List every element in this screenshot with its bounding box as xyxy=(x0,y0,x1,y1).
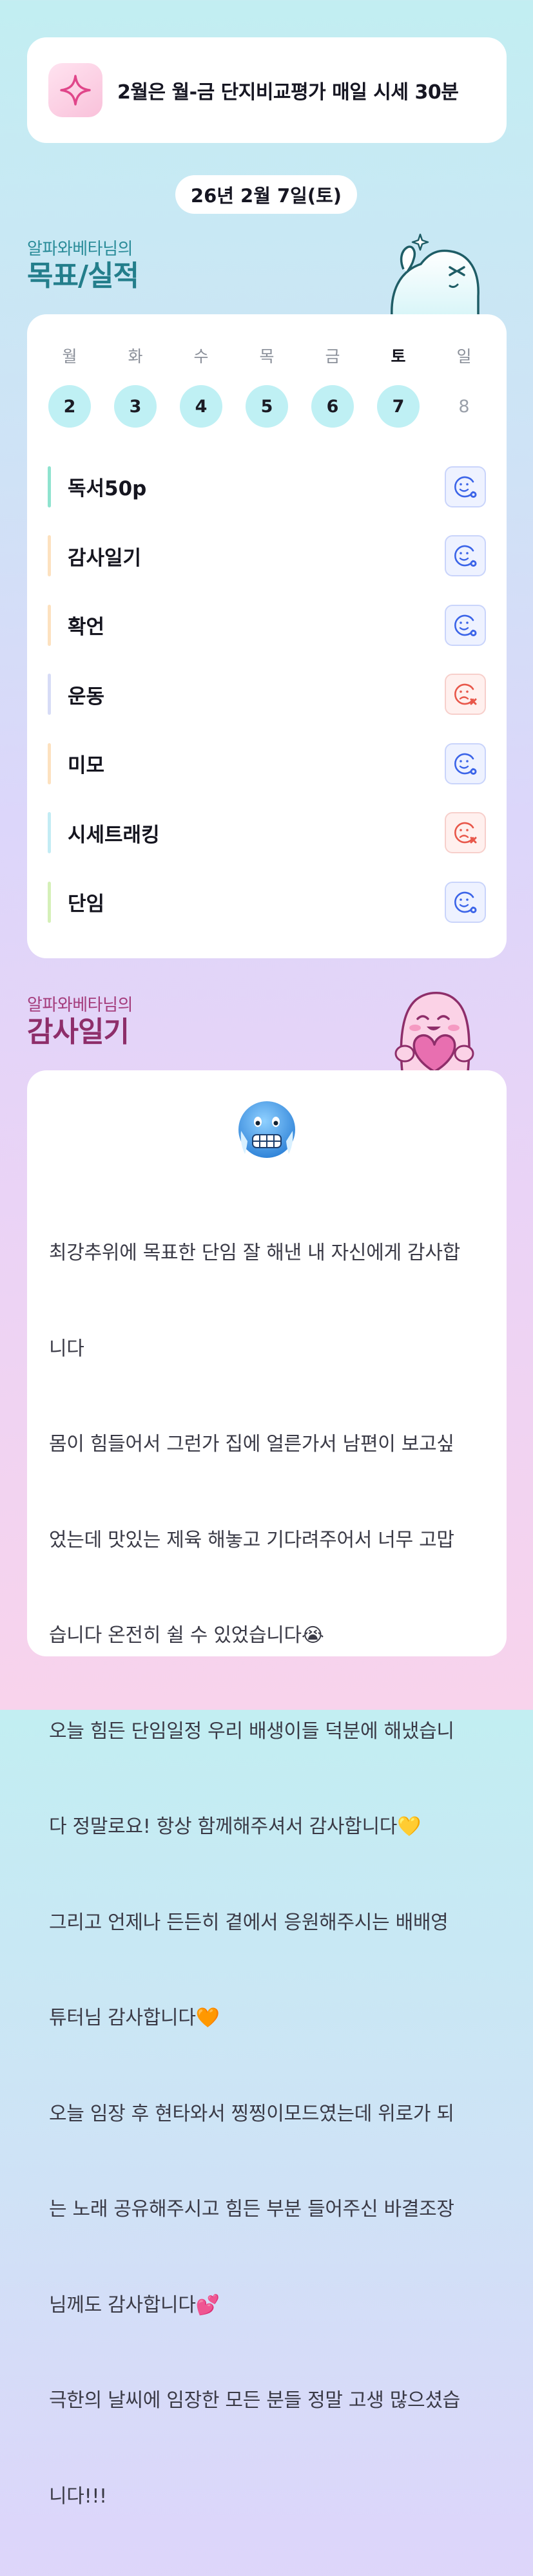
diary-line: 몸이 힘들어서 그런가 집에 얼른가서 남편이 보고싶 xyxy=(49,1433,454,1455)
diary-card: 최강추위에 목표한 단임 잘 해낸 내 자신에게 감사합 니다 몸이 힘들어서 … xyxy=(27,1070,507,2508)
goal-label: 미모 xyxy=(68,754,105,778)
diary-line: 습니다 온전히 쉴 수 있었습니다😭 xyxy=(49,1624,324,1647)
goal-color-bar xyxy=(48,674,51,715)
diary-line: 님께도 감사합니다💕 xyxy=(49,2293,220,2316)
sad-x-icon[interactable] xyxy=(445,674,486,715)
goal-color-bar xyxy=(48,881,51,923)
smile-check-icon[interactable] xyxy=(445,535,486,577)
day-name: 월 xyxy=(62,347,77,366)
goal-label: 확언 xyxy=(68,616,105,639)
goal-color-bar xyxy=(48,535,51,577)
diary-line: 튜터님 감사합니다🧡 xyxy=(49,2007,220,2029)
day-wed[interactable]: 수 4 xyxy=(179,345,223,428)
smile-check-icon[interactable] xyxy=(445,466,486,507)
diary-line: 그리고 언제나 든든히 곁에서 응원해주시는 배배영 xyxy=(49,1911,449,1934)
day-tue[interactable]: 화 3 xyxy=(113,345,157,428)
goal-label: 시세트래킹 xyxy=(68,823,160,847)
day-number: 3 xyxy=(114,385,157,428)
goal-item[interactable]: 확언 xyxy=(48,591,486,660)
diary-line: 니다 xyxy=(49,1337,84,1360)
sad-x-icon[interactable] xyxy=(445,812,486,854)
diary-title: 감사일기 xyxy=(27,1016,130,1048)
goal-color-bar xyxy=(48,466,51,507)
goal-color-bar xyxy=(48,604,51,646)
diary-line: 었는데 맛있는 제육 해놓고 기다려주어서 너무 고맙 xyxy=(49,1528,454,1551)
goal-label: 운동 xyxy=(68,685,105,708)
heart-mascot-character xyxy=(394,992,474,1072)
smile-check-icon[interactable] xyxy=(445,743,486,784)
day-number: 6 xyxy=(311,385,354,428)
goal-item[interactable]: 시세트래킹 xyxy=(48,799,486,868)
day-name: 화 xyxy=(128,347,143,366)
goal-label: 독서50p xyxy=(68,477,147,501)
diary-line: 는 노래 공유해주시고 힘든 부분 들어주신 바결조장 xyxy=(49,2198,454,2221)
diary-line: 최강추위에 목표한 단임 잘 해낸 내 자신에게 감사합 xyxy=(49,1242,460,1264)
sparkle-icon xyxy=(48,63,102,117)
day-number: 5 xyxy=(246,385,288,428)
diary-text: 최강추위에 목표한 단임 잘 해낸 내 자신에게 감사합 니다 몸이 힘들어서 … xyxy=(49,1173,487,2576)
day-fri[interactable]: 금 6 xyxy=(311,345,354,428)
day-name: 목 xyxy=(259,347,275,366)
mascot-character xyxy=(391,233,480,317)
smile-check-icon[interactable] xyxy=(445,881,486,923)
diary-line: 오늘 힘든 단임일정 우리 배생이들 덕분에 해냈습니 xyxy=(49,1719,454,1743)
goal-item[interactable]: 미모 xyxy=(48,729,486,799)
diary-line: 극한의 날씨에 임장한 모든 분들 정말 고생 많으셨습 xyxy=(49,2389,460,2412)
day-sun[interactable]: 일 8 xyxy=(442,345,486,428)
goal-list: 독서50p 감사일기 확언 운동 미모 시세트래킹 단임 xyxy=(48,452,486,937)
day-number: 8 xyxy=(458,396,470,417)
smile-check-icon[interactable] xyxy=(445,604,486,646)
goal-item[interactable]: 단임 xyxy=(48,867,486,937)
goal-color-bar xyxy=(48,743,51,784)
goals-card: 월 2 화 3 수 4 목 5 금 6 토 7 일 8 독서50p 감사일기 확… xyxy=(27,314,507,958)
diary-line: 니다!!! xyxy=(49,2485,107,2508)
week-selector: 월 2 화 3 수 4 목 5 금 6 토 7 일 8 xyxy=(48,345,486,428)
day-name: 일 xyxy=(456,347,472,366)
day-number: 2 xyxy=(48,385,91,428)
goal-label: 단임 xyxy=(68,893,105,916)
banner-text: 2월은 월-금 단지비교평가 매일 시세 30분 xyxy=(117,81,459,104)
diary-line: 다 정말로요! 항상 함께해주셔서 감사합니다💛 xyxy=(49,1815,422,1838)
day-mon[interactable]: 월 2 xyxy=(48,345,92,428)
date-pill[interactable]: 26년 2월 7일(토) xyxy=(175,175,357,214)
goal-color-bar xyxy=(48,812,51,854)
day-thu[interactable]: 목 5 xyxy=(245,345,289,428)
day-number: 4 xyxy=(180,385,222,428)
goal-label: 감사일기 xyxy=(68,546,142,570)
day-name: 토 xyxy=(391,347,406,366)
goals-title: 목표/실적 xyxy=(27,260,139,292)
goal-item[interactable]: 독서50p xyxy=(48,452,486,522)
day-number: 7 xyxy=(377,385,420,428)
diary-line: 오늘 임장 후 현타와서 찡찡이모드였는데 위로가 되 xyxy=(49,2102,454,2125)
freezing-face-icon xyxy=(238,1101,295,1158)
notice-banner[interactable]: 2월은 월-금 단지비교평가 매일 시세 30분 xyxy=(27,37,507,143)
goal-item[interactable]: 운동 xyxy=(48,660,486,730)
day-name: 금 xyxy=(325,347,340,366)
day-sat[interactable]: 토 7 xyxy=(376,345,420,428)
goal-item[interactable]: 감사일기 xyxy=(48,522,486,591)
day-name: 수 xyxy=(193,347,209,366)
